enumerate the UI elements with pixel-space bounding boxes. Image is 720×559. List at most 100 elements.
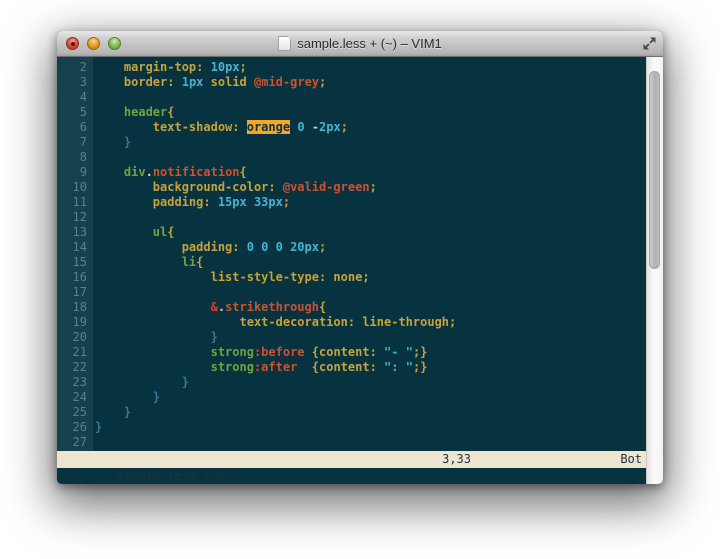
line-number: 17: [57, 285, 93, 300]
window-body: 2 margin-top: 10px;3 border: 1px solid @…: [57, 57, 663, 484]
code-line-text: strong:before {content: "- ";}: [93, 345, 427, 360]
code-line-text: ul{: [93, 225, 174, 240]
editor-column: 2 margin-top: 10px;3 border: 1px solid @…: [57, 57, 646, 484]
line-number: 4: [57, 90, 93, 105]
code-line-text: }: [93, 135, 131, 150]
code-line[interactable]: 27: [57, 435, 646, 450]
code-line[interactable]: 13 ul{: [57, 225, 646, 240]
line-number: 10: [57, 180, 93, 195]
code-line[interactable]: 4: [57, 90, 646, 105]
code-line[interactable]: 19 text-decoration: line-through;: [57, 315, 646, 330]
code-line-text: }: [93, 420, 102, 435]
code-line[interactable]: 9 div.notification{: [57, 165, 646, 180]
code-line-text: list-style-type: none;: [93, 270, 370, 285]
code-line-text: header{: [93, 105, 175, 120]
document-icon: [278, 36, 291, 51]
code-line-text: background-color: @valid-green;: [93, 180, 377, 195]
code-line[interactable]: 11 padding: 15px 33px;: [57, 195, 646, 210]
code-line-text: }: [93, 375, 189, 390]
code-line[interactable]: 22 strong:after {content: ": ";}: [57, 360, 646, 375]
code-line[interactable]: 26}: [57, 420, 646, 435]
code-line-text: text-decoration: line-through;: [93, 315, 456, 330]
app-window: sample.less + (~) – VIM1 2 margin-top: 1…: [57, 31, 663, 484]
code-line-text: text-shadow: orange 0 -2px;: [93, 120, 348, 135]
line-number: 5: [57, 105, 93, 120]
line-number: 24: [57, 390, 93, 405]
window-title: sample.less + (~) – VIM1: [297, 36, 442, 51]
scrollbar[interactable]: [646, 57, 663, 484]
statusbar-filename: sample.less [+]: [117, 469, 225, 483]
line-number: 18: [57, 300, 93, 315]
code-line[interactable]: 18 &.strikethrough{: [57, 300, 646, 315]
code-line[interactable]: 25 }: [57, 405, 646, 420]
scrollbar-thumb[interactable]: [649, 71, 660, 269]
line-number: 12: [57, 210, 93, 225]
code-line-text: [93, 285, 95, 300]
fullscreen-icon[interactable]: [642, 36, 657, 51]
code-line[interactable]: 5 header{: [57, 105, 646, 120]
code-line[interactable]: 8: [57, 150, 646, 165]
code-line-text: div.notification{: [93, 165, 247, 180]
modified-dot-icon: [71, 42, 75, 46]
code-line[interactable]: 12: [57, 210, 646, 225]
code-line-text: [93, 435, 95, 450]
code-line[interactable]: 21 strong:before {content: "- ";}: [57, 345, 646, 360]
code-line[interactable]: 24 }: [57, 390, 646, 405]
code-line[interactable]: 3 border: 1px solid @mid-grey;: [57, 75, 646, 90]
line-number: 26: [57, 420, 93, 435]
code-line-text: }: [93, 330, 218, 345]
line-number: 19: [57, 315, 93, 330]
line-number: 22: [57, 360, 93, 375]
line-number: 25: [57, 405, 93, 420]
code-line-text: [93, 150, 95, 165]
close-button[interactable]: [66, 37, 79, 50]
code-line[interactable]: 17: [57, 285, 646, 300]
code-line[interactable]: 7 }: [57, 135, 646, 150]
code-line-text: li{: [93, 255, 203, 270]
line-number: 15: [57, 255, 93, 270]
code-lines: 2 margin-top: 10px;3 border: 1px solid @…: [57, 60, 646, 450]
code-line-text: strong:after {content: ": ";}: [93, 360, 427, 375]
window-title-area: sample.less + (~) – VIM1: [57, 31, 663, 56]
code-line-text: margin-top: 10px;: [93, 60, 247, 75]
statusbar-position: Bot: [620, 451, 642, 468]
line-number: 2: [57, 60, 93, 75]
code-line[interactable]: 2 margin-top: 10px;: [57, 60, 646, 75]
code-line-text: }: [93, 405, 131, 420]
line-number: 14: [57, 240, 93, 255]
code-line[interactable]: 20 }: [57, 330, 646, 345]
code-line[interactable]: 14 padding: 0 0 0 20px;: [57, 240, 646, 255]
code-line[interactable]: 15 li{: [57, 255, 646, 270]
line-number: 20: [57, 330, 93, 345]
zoom-button[interactable]: [108, 37, 121, 50]
line-number: 11: [57, 195, 93, 210]
line-number: 21: [57, 345, 93, 360]
line-number: 6: [57, 120, 93, 135]
page-background: { "window": { "title": "sample.less + (~…: [0, 0, 720, 559]
code-line-text: padding: 15px 33px;: [93, 195, 290, 210]
code-line[interactable]: 6 text-shadow: orange 0 -2px;: [57, 120, 646, 135]
line-number: 27: [57, 435, 93, 450]
line-number: 13: [57, 225, 93, 240]
line-number: 16: [57, 270, 93, 285]
line-number: 7: [57, 135, 93, 150]
line-number: 3: [57, 75, 93, 90]
code-line[interactable]: 23 }: [57, 375, 646, 390]
window-controls: [57, 37, 121, 50]
code-line-text: &.strikethrough{: [93, 300, 326, 315]
code-line-text: padding: 0 0 0 20px;: [93, 240, 326, 255]
code-line-text: [93, 210, 95, 225]
code-line-text: border: 1px solid @mid-grey;: [93, 75, 326, 90]
line-number: 8: [57, 150, 93, 165]
statusbar: sample.less [+] 3,33 Bot: [57, 451, 646, 468]
titlebar[interactable]: sample.less + (~) – VIM1: [57, 31, 663, 57]
code-line-text: }: [93, 390, 160, 405]
line-number: 23: [57, 375, 93, 390]
code-line[interactable]: 16 list-style-type: none;: [57, 270, 646, 285]
line-number: 9: [57, 165, 93, 180]
minimize-button[interactable]: [87, 37, 100, 50]
code-line[interactable]: 10 background-color: @valid-green;: [57, 180, 646, 195]
code-line-text: [93, 90, 95, 105]
code-editor[interactable]: 2 margin-top: 10px;3 border: 1px solid @…: [57, 57, 646, 451]
statusbar-ruler: 3,33: [442, 451, 471, 468]
